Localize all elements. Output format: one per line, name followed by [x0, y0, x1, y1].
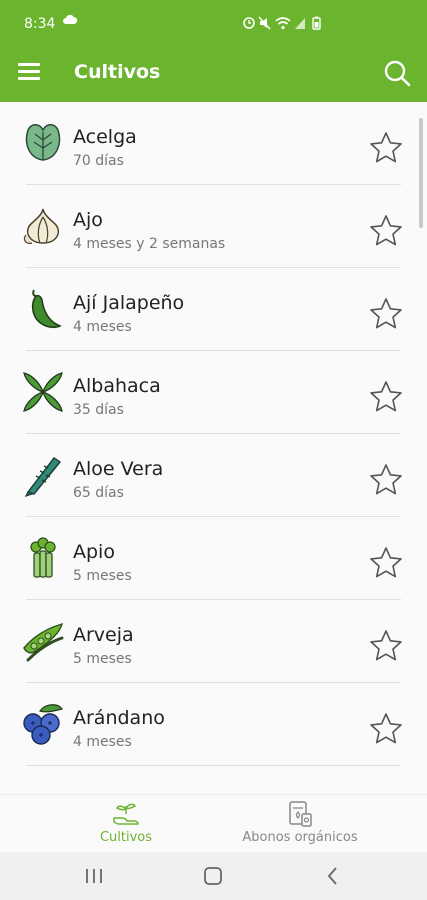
system-navigation-bar	[0, 852, 427, 900]
home-icon[interactable]	[201, 864, 225, 888]
favorite-star-icon[interactable]	[368, 213, 404, 249]
favorite-star-icon[interactable]	[368, 130, 404, 166]
crop-duration: 5 meses	[73, 568, 132, 584]
crop-list-item[interactable]: Ajo 4 meses y 2 semanas	[0, 185, 427, 268]
crop-list-item[interactable]: Acelga 70 días	[0, 102, 427, 185]
favorite-star-icon[interactable]	[368, 628, 404, 664]
crop-duration: 65 días	[73, 485, 124, 501]
page-title: Cultivos	[74, 61, 161, 83]
garlic-icon	[23, 208, 60, 244]
pea-icon	[23, 622, 64, 662]
search-icon[interactable]	[383, 59, 411, 87]
back-icon[interactable]	[321, 864, 345, 888]
sprout-hand-icon	[113, 803, 139, 825]
crop-duration: 35 días	[73, 402, 124, 418]
cloud-icon	[63, 14, 78, 24]
signal-icon	[295, 18, 305, 29]
crop-list-item[interactable]: Arveja 5 meses	[0, 600, 427, 683]
favorite-star-icon[interactable]	[368, 462, 404, 498]
favorite-star-icon[interactable]	[368, 379, 404, 415]
crop-list-item[interactable]: Ají Jalapeño 4 meses	[0, 268, 427, 351]
crop-list-item[interactable]: Apio 5 meses	[0, 517, 427, 600]
crop-name: Albahaca	[73, 375, 161, 397]
app-bar: Cultivos	[0, 44, 427, 102]
favorite-star-icon[interactable]	[368, 711, 404, 747]
crop-duration: 4 meses	[73, 319, 132, 335]
crop-name: Aloe Vera	[73, 458, 164, 480]
battery-icon	[312, 16, 321, 30]
jalapeno-icon	[31, 289, 62, 329]
crop-duration: 5 meses	[73, 651, 132, 667]
recent-apps-icon[interactable]	[82, 864, 106, 888]
tab-label: Cultivos	[99, 830, 153, 845]
tab-label: Abonos orgánicos	[242, 830, 358, 845]
chard-icon	[25, 124, 61, 161]
bottom-navigation: Cultivos Abonos orgánicos	[0, 794, 427, 852]
status-time: 8:34	[24, 16, 56, 32]
status-bar: 8:34	[0, 0, 427, 44]
crop-name: Ají Jalapeño	[73, 292, 185, 314]
crop-name: Ajo	[73, 209, 103, 231]
tab-cultivos[interactable]: Cultivos	[56, 795, 196, 853]
mute-icon	[258, 16, 271, 30]
crop-list-item[interactable]: Arándano 4 meses	[0, 683, 427, 766]
crop-name: Arándano	[73, 707, 165, 729]
favorite-star-icon[interactable]	[368, 545, 404, 581]
blueberry-icon	[23, 704, 63, 745]
crop-list-item[interactable]: Albahaca 35 días	[0, 351, 427, 434]
crop-icon-partial	[20, 784, 66, 794]
hamburger-menu-icon[interactable]	[18, 63, 40, 81]
system-status-icons	[243, 16, 321, 30]
crop-list-item-partial[interactable]	[0, 766, 427, 794]
crop-duration: 4 meses y 2 semanas	[73, 236, 226, 252]
celery-icon	[30, 537, 56, 578]
crop-name: Acelga	[73, 126, 137, 148]
crop-duration: 4 meses	[73, 734, 132, 750]
aloe-vera-icon	[24, 457, 62, 498]
alarm-icon	[243, 17, 255, 29]
crop-list-item[interactable]: Aloe Vera 65 días	[0, 434, 427, 517]
crop-duration: 70 días	[73, 153, 124, 169]
crop-list[interactable]: Acelga 70 días Ajo 4 meses y 2 semanas A…	[0, 102, 427, 794]
basil-icon	[23, 372, 63, 412]
crop-name: Apio	[73, 541, 115, 563]
fertilizer-bag-icon	[289, 801, 312, 827]
tab-abonos-organicos[interactable]: Abonos orgánicos	[230, 795, 370, 853]
crop-name: Arveja	[73, 624, 134, 646]
favorite-star-icon[interactable]	[368, 296, 404, 332]
wifi-icon	[275, 17, 291, 30]
